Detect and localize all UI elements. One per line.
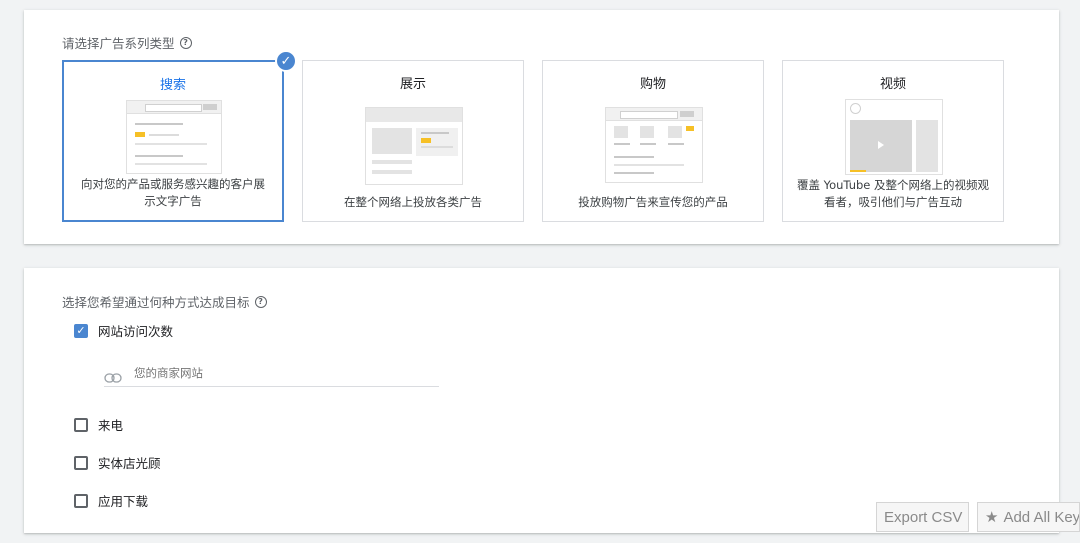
- campaign-type-video-desc: 覆盖 YouTube 及整个网络上的视频观看者，吸引他们与广告互动: [796, 178, 990, 209]
- campaign-type-shopping[interactable]: 购物 投放购物广告来宣传您的产品: [542, 60, 764, 222]
- goals-card: 选择您希望通过何种方式达成目标 ? ✓ 网站访问次数 来电 实体店光顾 应用下载: [24, 268, 1059, 533]
- campaign-type-shopping-title: 购物: [639, 77, 666, 92]
- goal-store-visits-label: 实体店光顾: [98, 456, 161, 471]
- checkbox-icon[interactable]: [74, 417, 88, 432]
- checkbox-checked-icon[interactable]: ✓: [74, 323, 88, 338]
- campaign-type-search-desc: 向对您的产品或服务感兴趣的客户展示文字广告: [81, 177, 265, 208]
- campaign-type-search[interactable]: 搜索 向对您的产品或服务感兴趣的客户展示文字广告: [62, 60, 284, 222]
- help-icon[interactable]: ?: [254, 295, 267, 308]
- link-icon: [104, 368, 122, 383]
- goal-website-visits[interactable]: ✓ 网站访问次数: [74, 321, 173, 340]
- star-icon: ★: [985, 509, 999, 526]
- goals-title: 选择您希望通过何种方式达成目标 ?: [62, 292, 267, 311]
- goal-website-visits-label: 网站访问次数: [98, 324, 174, 339]
- add-all-keywords-label: Add All Keywords: [1003, 508, 1080, 526]
- search-ad-illustration: [126, 100, 222, 174]
- campaign-type-display[interactable]: 展示 在整个网络上投放各类广告: [302, 60, 524, 222]
- checkbox-icon[interactable]: [74, 455, 88, 470]
- goal-calls-label: 来电: [98, 418, 124, 433]
- campaign-type-display-desc: 在整个网络上投放各类广告: [344, 195, 482, 209]
- selected-check-icon: ✓: [275, 50, 297, 72]
- help-icon[interactable]: ?: [179, 36, 192, 49]
- goal-calls[interactable]: 来电: [74, 415, 123, 434]
- website-url-field[interactable]: [104, 360, 439, 387]
- goal-app-downloads-label: 应用下载: [98, 494, 149, 509]
- video-ad-illustration: [845, 99, 943, 175]
- campaign-type-title: 请选择广告系列类型 ?: [62, 33, 192, 52]
- campaign-type-title-text: 请选择广告系列类型: [62, 36, 175, 51]
- website-url-input[interactable]: [132, 365, 426, 381]
- campaign-type-card: 请选择广告系列类型 ? 搜索 向对您的产品或服务感兴趣的客户展示文字广告 ✓ 展…: [24, 10, 1059, 244]
- display-ad-illustration: [365, 107, 463, 185]
- goals-title-text: 选择您希望通过何种方式达成目标: [62, 295, 250, 310]
- goal-app-downloads[interactable]: 应用下载: [74, 491, 148, 510]
- export-csv-button[interactable]: Export CSV: [876, 502, 969, 532]
- campaign-type-display-title: 展示: [399, 77, 426, 92]
- checkbox-icon[interactable]: [74, 493, 88, 508]
- add-all-keywords-button[interactable]: ★ Add All Keywords: [977, 502, 1080, 532]
- play-icon: [878, 141, 884, 149]
- shopping-ad-illustration: [605, 107, 703, 183]
- campaign-type-video-title: 视频: [879, 77, 906, 92]
- campaign-type-search-title: 搜索: [159, 78, 186, 93]
- export-csv-label: Export CSV: [884, 508, 963, 526]
- campaign-type-shopping-desc: 投放购物广告来宣传您的产品: [578, 195, 728, 209]
- goal-store-visits[interactable]: 实体店光顾: [74, 453, 161, 472]
- campaign-type-video[interactable]: 视频 覆盖 YouTube 及整个网络上的视频观看者，吸引他们与广告互动: [782, 60, 1004, 222]
